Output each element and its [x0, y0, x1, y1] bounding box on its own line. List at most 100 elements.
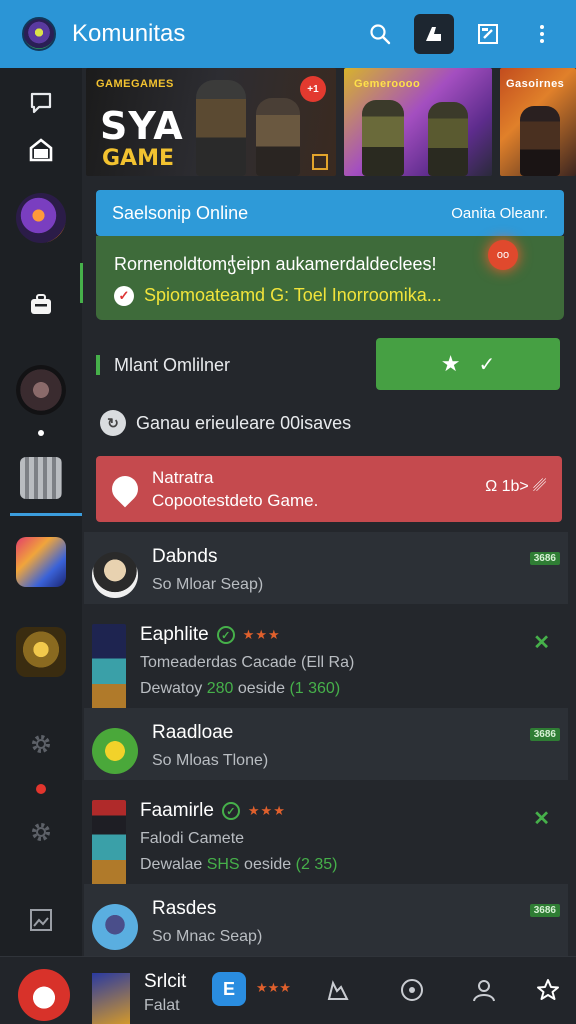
- alert-meta: Ω 1b> ␥: [485, 478, 546, 495]
- community-avatar: [16, 193, 66, 243]
- soldier-figure: [256, 98, 300, 176]
- top-actions: [360, 0, 576, 68]
- star-icon: ★: [440, 351, 461, 376]
- banner-card-2[interactable]: Gemeroooo: [344, 68, 492, 176]
- item-name-text: Rasdes: [152, 898, 217, 919]
- favorite-confirm-button[interactable]: ★ ✓: [376, 338, 560, 390]
- soldier-figure: [428, 102, 468, 176]
- item-name-text: Eaphlite: [140, 624, 209, 645]
- more-icon: [540, 25, 544, 43]
- status-badge: 3686: [529, 728, 560, 741]
- alert-title: Natratra: [152, 467, 214, 487]
- item-thumbnail: [92, 800, 126, 886]
- banner-card-main[interactable]: GAMEGAMES SYA GAME +1: [86, 68, 336, 176]
- details-mid: oeside: [233, 680, 290, 697]
- star-nav-button[interactable]: [532, 974, 564, 1006]
- game-thumbnail: [16, 537, 66, 587]
- sidebar-item-chat[interactable]: [0, 82, 82, 122]
- alert-subtitle: Copootestdeto Game.: [152, 490, 319, 510]
- user-avatar[interactable]: [18, 969, 70, 1021]
- details-mid: oeside: [239, 856, 296, 873]
- avatar: [92, 904, 138, 950]
- sidebar-item-gallery[interactable]: [0, 900, 82, 940]
- compose-icon: [426, 27, 441, 41]
- item-name-text: Faamirle: [140, 800, 214, 821]
- alert-card[interactable]: Natratra Copootestdeto Game. Ω 1b> ␥: [96, 456, 562, 522]
- sidebar-item-game-2[interactable]: [0, 624, 82, 680]
- list-item[interactable]: Rasdes So Mnac Seap) 3686: [84, 884, 568, 956]
- promo-badge: oo: [488, 240, 518, 270]
- item-name-text: Raadloae: [152, 722, 234, 743]
- bottom-item-subtitle: Falat: [144, 997, 180, 1014]
- status-badge: 3686: [529, 904, 560, 917]
- user-nav-icon: [473, 980, 495, 1002]
- banner-title: SYA: [100, 104, 184, 148]
- profile-nav-button[interactable]: [322, 974, 354, 1006]
- banner-red-badge: +1: [300, 76, 326, 102]
- compose-button[interactable]: [414, 14, 454, 54]
- details-tail: (2 35): [295, 856, 338, 873]
- online-header[interactable]: Saelsonip Online Oanita Oleanr.: [96, 190, 564, 236]
- loader-icon: ↻: [100, 410, 126, 436]
- promo-card[interactable]: Rornenoldtomჭeipn aukamerdaldeclees! ✓ S…: [96, 236, 564, 320]
- soldier-figure: [520, 106, 560, 176]
- details-tail: (1 360): [289, 680, 341, 697]
- sidebar-item-community-2[interactable]: [0, 362, 82, 418]
- sidebar-item-settings-2[interactable]: [0, 812, 82, 852]
- status-badge: 3686: [529, 552, 560, 565]
- item-name: Eaphlite ✓ ★★★: [140, 624, 354, 646]
- rating-stars-icon: ★★★: [242, 627, 281, 642]
- close-icon[interactable]: ✕: [533, 806, 550, 831]
- online-status: Oanita Oleanr.: [451, 204, 548, 222]
- alert-texts: Natratra Copootestdeto Game.: [152, 468, 318, 511]
- search-icon: [370, 24, 391, 45]
- close-icon[interactable]: ✕: [533, 630, 550, 655]
- sidebar-item-bag[interactable]: [0, 282, 82, 326]
- item-subtitle: So Mloas Tlone): [152, 752, 269, 769]
- sidebar-item-home[interactable]: [0, 130, 82, 170]
- banner-card-3[interactable]: Gasoirnes: [500, 68, 576, 176]
- bottom-item-name: Srlcit: [144, 971, 187, 992]
- list-item[interactable]: Eaphlite ✓ ★★★ Tomeaderdas Cacade (Ell R…: [84, 610, 568, 710]
- location-pin-icon: [106, 470, 144, 508]
- sidebar-item-settings-1[interactable]: [0, 724, 82, 764]
- details-prefix: Dewatoy: [140, 680, 207, 697]
- gear-icon: [32, 823, 50, 841]
- settings-nav-icon: [401, 979, 423, 1001]
- item-subtitle: So Mnac Seap): [152, 928, 263, 945]
- home-icon: [29, 138, 53, 162]
- check-icon: ✓: [114, 285, 134, 306]
- item-name: Raadloae: [152, 722, 268, 744]
- item-name: Dabnds: [152, 546, 263, 568]
- search-button[interactable]: [360, 14, 400, 54]
- notice-row[interactable]: ↻ Ganau erieuleare 00isaves: [100, 406, 560, 440]
- item-thumbnail: [92, 973, 130, 1024]
- soldier-figure: [196, 80, 246, 176]
- item-thumbnail: [92, 624, 126, 710]
- app-root: Komunitas GAMEGAMES SYA GAME +1 Gemerooo…: [0, 0, 576, 1024]
- settings-nav-button[interactable]: [396, 974, 428, 1006]
- star-nav-icon: [537, 979, 559, 1000]
- list-item[interactable]: Faamirle ✓ ★★★ Falodi Camete Dewalae SHS…: [84, 786, 568, 886]
- app-logo[interactable]: [22, 17, 56, 51]
- user-nav-button[interactable]: [468, 974, 500, 1006]
- list-item[interactable]: Dabnds So Mloar Seap) 3686: [84, 532, 568, 604]
- details-highlight: 280: [206, 680, 234, 697]
- more-button[interactable]: [522, 14, 562, 54]
- member-label: Mlant Omlilner: [114, 354, 231, 375]
- app-shortcut-button[interactable]: E: [212, 972, 246, 1006]
- member-row: Mlant Omlilner ★ ✓: [96, 338, 564, 392]
- item-subtitle: So Mloar Seap): [152, 576, 264, 593]
- sidebar-active-indicator: [10, 513, 82, 516]
- avatar: [92, 552, 138, 598]
- app-title: Komunitas: [72, 20, 186, 47]
- list-item[interactable]: Raadloae So Mloas Tlone) 3686: [84, 708, 568, 780]
- edit-button[interactable]: [468, 14, 508, 54]
- sidebar: [0, 68, 83, 956]
- sidebar-item-game-1[interactable]: [0, 534, 82, 590]
- avatar: [92, 728, 138, 774]
- sidebar-item-storage[interactable]: [0, 454, 82, 502]
- sidebar-indicator: [0, 428, 82, 438]
- sidebar-item-community-1[interactable]: [0, 190, 82, 246]
- verified-icon: ✓: [216, 626, 235, 644]
